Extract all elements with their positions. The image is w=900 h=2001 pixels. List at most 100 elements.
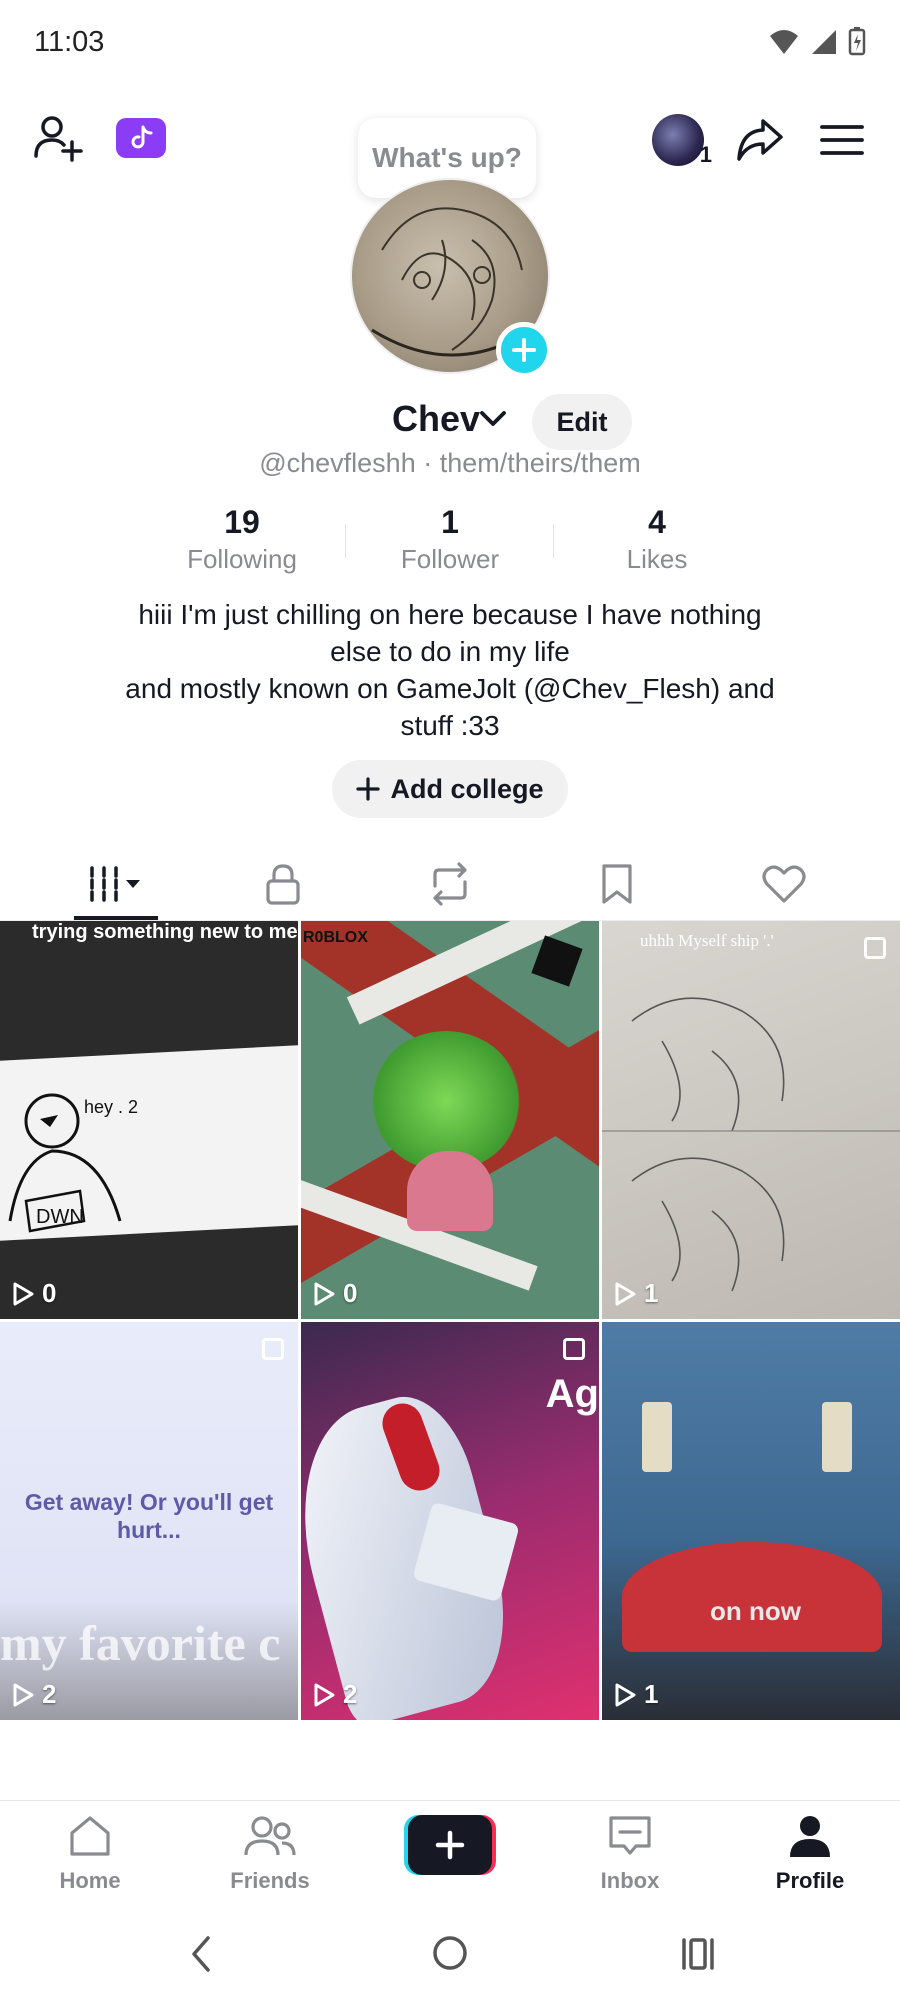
play-icon [314, 1683, 335, 1706]
video-tile[interactable]: trying something new to me DWN hey . 2 0 [0, 921, 298, 1319]
battery-icon [848, 27, 866, 56]
create-button-face [408, 1815, 492, 1875]
video-tile[interactable]: Ag 2 [301, 1322, 599, 1720]
view-count: 1 [614, 1679, 658, 1710]
view-count-value: 0 [343, 1278, 358, 1308]
view-count: 2 [12, 1679, 56, 1710]
nav-friends-label: Friends [230, 1868, 310, 1893]
multi-photo-icon [563, 1338, 585, 1360]
stat-followers[interactable]: 1 Follower [350, 502, 550, 576]
tab-videos[interactable] [46, 848, 186, 920]
roblox-logo [531, 935, 583, 987]
nav-profile[interactable]: Profile [740, 1813, 880, 1894]
view-count-value: 1 [644, 1679, 659, 1709]
display-name[interactable]: Chev [392, 398, 480, 440]
video-caption: trying something new to me [32, 921, 298, 943]
nav-friends[interactable]: Friends [200, 1813, 340, 1894]
video-caption: Ag [545, 1372, 599, 1416]
sketch-figure: DWN hey . 2 [8, 1093, 138, 1233]
add-user-icon [34, 116, 83, 162]
view-count-value: 1 [644, 1278, 659, 1308]
following-count: 19 [224, 504, 260, 540]
tab-liked[interactable] [714, 848, 854, 920]
nav-profile-label: Profile [775, 1868, 845, 1893]
profile-icon [790, 1816, 830, 1857]
back-nav-icon[interactable] [186, 1934, 216, 1974]
heart-icon [762, 865, 806, 903]
svg-text:hey . 2: hey . 2 [84, 1097, 138, 1117]
view-count-value: 0 [42, 1278, 57, 1308]
video-caption: Get away! Or you'll get hurt... [24, 1489, 274, 1543]
play-icon [615, 1683, 636, 1706]
add-story-button[interactable] [496, 322, 552, 378]
svg-text:DWN: DWN [36, 1206, 84, 1228]
system-nav-bar [0, 1906, 900, 2001]
view-count: 0 [313, 1278, 357, 1309]
chevron-down-icon[interactable] [478, 408, 508, 430]
add-college-button[interactable]: Add college [332, 760, 568, 818]
video-tile[interactable]: uhhh Myself ship '.' 1 [602, 921, 900, 1319]
repost-icon [433, 862, 467, 906]
profile-views-button[interactable]: 1 [648, 110, 712, 170]
view-count: 2 [313, 1679, 357, 1710]
nav-home[interactable]: Home [20, 1813, 160, 1894]
bio-line: and mostly known on GameJolt (@Chev_Fles… [125, 673, 775, 704]
recents-nav-icon[interactable] [680, 1936, 716, 1972]
home-nav-icon[interactable] [431, 1934, 469, 1972]
video-tile[interactable]: on now 1 [602, 1322, 900, 1720]
profile-stats: 19 Following 1 Follower 4 Likes [0, 502, 900, 582]
play-icon [314, 1282, 335, 1305]
tiktok-studio-button[interactable] [116, 118, 166, 158]
sketch-lines [602, 997, 900, 1292]
create-button[interactable] [404, 1815, 496, 1875]
music-note-icon [131, 125, 153, 149]
bio-line: else to do in my life [330, 636, 570, 667]
wifi-icon [770, 30, 798, 54]
video-caption: on now [710, 1596, 801, 1626]
play-icon [13, 1282, 34, 1305]
nav-home-label: Home [59, 1868, 121, 1893]
view-count-value: 2 [42, 1679, 57, 1709]
multi-photo-icon [864, 937, 886, 959]
video-tile[interactable]: R0BLOX 0 [301, 921, 599, 1319]
mini-avatar [652, 114, 704, 166]
play-icon [13, 1683, 34, 1706]
video-tile[interactable]: Get away! Or you'll get hurt... my favor… [0, 1322, 298, 1720]
stat-divider [345, 524, 346, 558]
view-count: 0 [12, 1278, 56, 1309]
video-caption: R0BLOX [303, 929, 368, 946]
share-profile-button[interactable] [730, 110, 790, 170]
stat-following[interactable]: 19 Following [142, 502, 342, 576]
plush-eye-right [822, 1402, 852, 1472]
tab-private[interactable] [213, 848, 353, 920]
add-friend-button[interactable] [28, 108, 88, 168]
view-count: 1 [614, 1278, 658, 1309]
tab-favorites[interactable] [547, 848, 687, 920]
home-icon [70, 1816, 110, 1856]
add-college-label: Add college [390, 773, 544, 804]
likes-count: 4 [648, 504, 666, 540]
follower-count: 1 [441, 504, 459, 540]
view-count-value: 2 [343, 1679, 358, 1709]
bio-line: stuff :33 [400, 710, 500, 741]
bookmark-icon [602, 864, 632, 904]
tab-reposts[interactable] [380, 848, 520, 920]
multi-photo-icon [262, 1338, 284, 1360]
bottom-nav: Home Friends Inbox Profile [0, 1800, 900, 1906]
follower-label: Follower [400, 544, 500, 574]
edit-profile-button[interactable]: Edit [532, 394, 632, 450]
video-caption: uhhh Myself ship '.' [640, 931, 774, 950]
profile-views-count: 1 [699, 142, 712, 167]
content-tabs [0, 848, 900, 920]
hamburger-menu-icon [820, 125, 864, 155]
video-caption-overlay: my favorite c [0, 1615, 281, 1671]
status-bar: 11:03 [0, 0, 900, 84]
plus-icon [435, 1830, 465, 1860]
nav-inbox[interactable]: Inbox [560, 1813, 700, 1894]
menu-button[interactable] [812, 110, 872, 170]
status-time: 11:03 [34, 26, 105, 58]
profile-bio: hiii I'm just chilling on here because I… [80, 596, 820, 744]
green-hair-figure [371, 1031, 521, 1171]
likes-label: Likes [626, 544, 688, 574]
stat-likes[interactable]: 4 Likes [557, 502, 757, 576]
